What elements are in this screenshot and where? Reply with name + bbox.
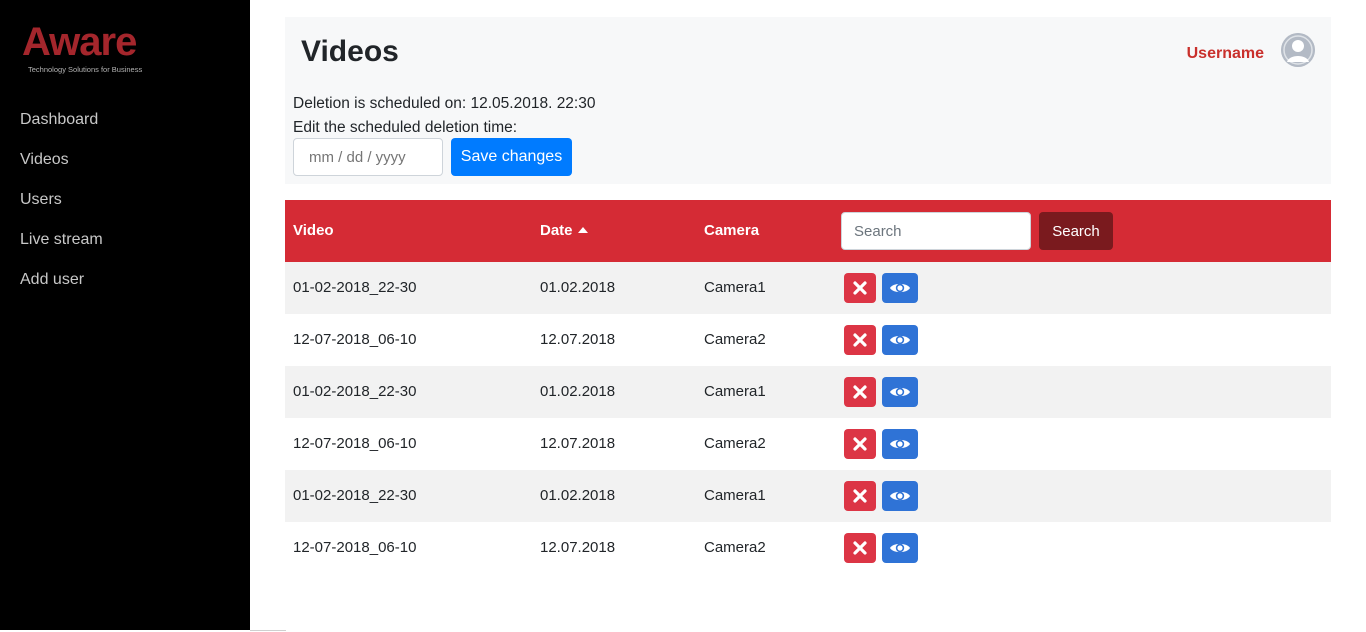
cell-date: 01.02.2018	[540, 279, 616, 296]
cell-video: 12-07-2018_06-10	[293, 331, 417, 348]
close-icon	[853, 333, 867, 347]
username-link[interactable]: Username	[1187, 45, 1264, 63]
eye-icon	[889, 488, 911, 504]
view-video-button[interactable]	[882, 481, 918, 511]
table-row: 12-07-2018_06-10 12.07.2018 Camera2	[285, 418, 1331, 470]
close-icon	[853, 541, 867, 555]
videos-table: Video Date Camera Search 01-02-2018_22-3…	[285, 200, 1331, 574]
delete-video-button[interactable]	[844, 429, 876, 459]
cell-video: 01-02-2018_22-30	[293, 279, 417, 296]
cell-date: 12.07.2018	[540, 539, 616, 556]
sort-ascending-icon	[577, 227, 588, 233]
sidebar: Aware Technology Solutions for Business …	[0, 0, 250, 630]
save-changes-button[interactable]: Save changes	[451, 138, 572, 176]
cell-camera: Camera1	[704, 279, 766, 296]
cell-date: 01.02.2018	[540, 487, 616, 504]
edit-deletion-label: Edit the scheduled deletion time:	[293, 119, 518, 136]
sidebar-nav: Dashboard Videos Users Live stream Add u…	[0, 100, 250, 300]
cell-video: 01-02-2018_22-30	[293, 487, 417, 504]
eye-icon	[889, 436, 911, 452]
cell-date: 12.07.2018	[540, 435, 616, 452]
delete-video-button[interactable]	[844, 273, 876, 303]
close-icon	[853, 385, 867, 399]
delete-video-button[interactable]	[844, 325, 876, 355]
table-row: 12-07-2018_06-10 12.07.2018 Camera2	[285, 522, 1331, 574]
divider	[250, 630, 286, 631]
table-header: Video Date Camera Search	[285, 200, 1331, 262]
eye-icon	[889, 332, 911, 348]
sidebar-item-dashboard[interactable]: Dashboard	[0, 100, 250, 140]
brand-logo[interactable]: Aware Technology Solutions for Business	[22, 22, 172, 78]
column-header-video[interactable]: Video	[293, 200, 334, 262]
cell-camera: Camera2	[704, 539, 766, 556]
cell-video: 12-07-2018_06-10	[293, 539, 417, 556]
cell-date: 12.07.2018	[540, 331, 616, 348]
sidebar-item-live-stream[interactable]: Live stream	[0, 220, 250, 260]
close-icon	[853, 281, 867, 295]
view-video-button[interactable]	[882, 533, 918, 563]
cell-video: 12-07-2018_06-10	[293, 435, 417, 452]
table-row: 12-07-2018_06-10 12.07.2018 Camera2	[285, 314, 1331, 366]
eye-icon	[889, 384, 911, 400]
brand-name: Aware	[22, 20, 137, 64]
close-icon	[853, 489, 867, 503]
sidebar-item-add-user[interactable]: Add user	[0, 260, 250, 300]
page-header: Videos Username Deletion is scheduled on…	[285, 17, 1331, 184]
view-video-button[interactable]	[882, 273, 918, 303]
delete-video-button[interactable]	[844, 481, 876, 511]
table-row: 01-02-2018_22-30 01.02.2018 Camera1	[285, 366, 1331, 418]
view-video-button[interactable]	[882, 377, 918, 407]
user-avatar-icon[interactable]	[1281, 33, 1315, 67]
view-video-button[interactable]	[882, 325, 918, 355]
column-header-date[interactable]: Date	[540, 200, 588, 262]
table-row: 01-02-2018_22-30 01.02.2018 Camera1	[285, 262, 1331, 314]
sidebar-item-users[interactable]: Users	[0, 180, 250, 220]
cell-camera: Camera1	[704, 383, 766, 400]
sidebar-item-videos[interactable]: Videos	[0, 140, 250, 180]
cell-camera: Camera2	[704, 331, 766, 348]
deletion-date-input[interactable]	[293, 138, 443, 176]
delete-video-button[interactable]	[844, 377, 876, 407]
view-video-button[interactable]	[882, 429, 918, 459]
cell-camera: Camera2	[704, 435, 766, 452]
table-row: 01-02-2018_22-30 01.02.2018 Camera1	[285, 470, 1331, 522]
deletion-schedule-text: Deletion is scheduled on: 12.05.2018. 22…	[293, 95, 596, 112]
cell-video: 01-02-2018_22-30	[293, 383, 417, 400]
eye-icon	[889, 540, 911, 556]
eye-icon	[889, 280, 911, 296]
column-header-camera[interactable]: Camera	[704, 200, 759, 262]
brand-tagline: Technology Solutions for Business	[28, 65, 143, 74]
column-header-date-label: Date	[540, 222, 573, 239]
search-button[interactable]: Search	[1039, 212, 1113, 250]
cell-date: 01.02.2018	[540, 383, 616, 400]
table-body: 01-02-2018_22-30 01.02.2018 Camera1 12-07-2…	[285, 262, 1331, 574]
close-icon	[853, 437, 867, 451]
page-title: Videos	[301, 35, 399, 68]
search-input[interactable]	[841, 212, 1031, 250]
delete-video-button[interactable]	[844, 533, 876, 563]
cell-camera: Camera1	[704, 487, 766, 504]
